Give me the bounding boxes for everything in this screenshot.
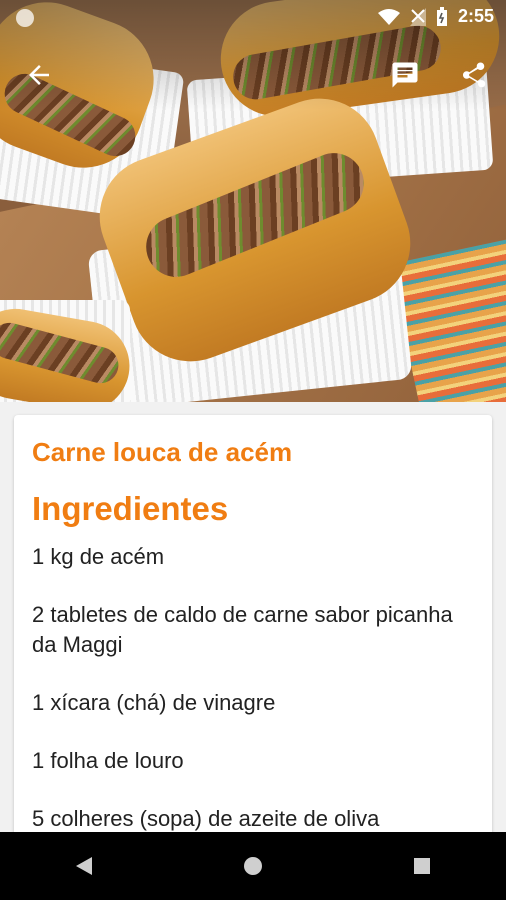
ingredients-heading: Ingredientes (32, 490, 229, 527)
share-icon[interactable] (458, 60, 488, 90)
nav-recents-icon[interactable] (402, 846, 442, 886)
app-bar (0, 48, 506, 100)
status-bar: 2:55 (0, 0, 506, 36)
ingredient-item: 1 kg de acém (32, 544, 165, 569)
no-signal-icon (409, 7, 426, 26)
status-time: 2:55 (457, 6, 494, 26)
recipe-title: Carne louca de acém (32, 437, 293, 467)
arrow-back-icon[interactable] (24, 60, 54, 90)
recipe-card: Carne louca de acém Ingredientes 1 kg de… (14, 415, 492, 855)
system-nav-bar (0, 832, 506, 900)
notification-dot-icon (16, 9, 34, 27)
nav-back-icon[interactable] (64, 846, 104, 886)
ingredient-item: 1 xícara (chá) de vinagre (32, 690, 276, 715)
ingredient-item: 2 tabletes de caldo de carne sabor pican… (32, 602, 453, 657)
ingredient-item: 5 colheres (sopa) de azeite de oliva (32, 806, 380, 831)
nav-home-icon[interactable] (233, 846, 273, 886)
comment-icon[interactable] (390, 60, 420, 90)
ingredient-item: 1 folha de louro (32, 748, 184, 773)
battery-icon (436, 6, 447, 26)
wifi-icon (377, 8, 400, 25)
